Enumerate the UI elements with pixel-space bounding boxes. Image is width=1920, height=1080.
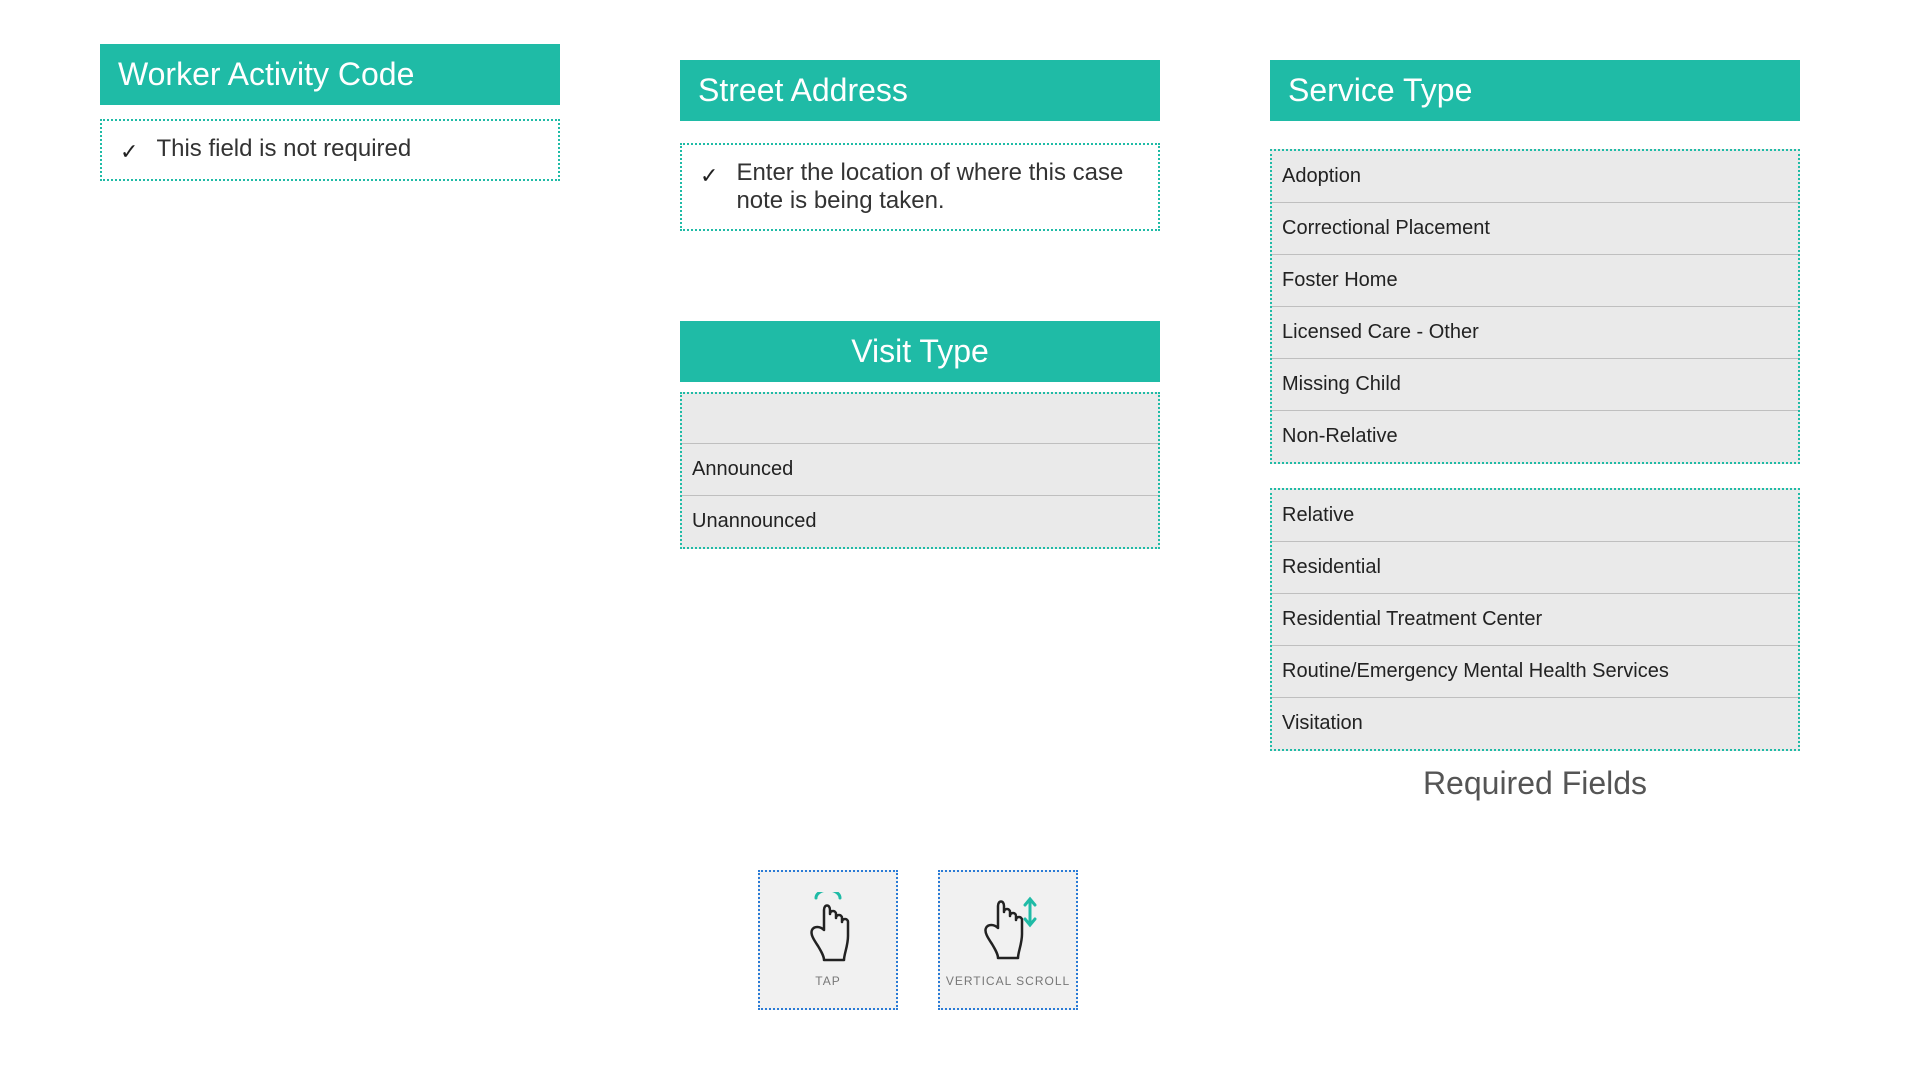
list-item[interactable]: Correctional Placement [1272, 203, 1798, 255]
street-address-note-box: ✓ Enter the location of where this case … [680, 143, 1160, 231]
list-item[interactable]: Licensed Care - Other [1272, 307, 1798, 359]
worker-activity-note-box: ✓ This field is not required [100, 119, 560, 181]
list-item[interactable]: Routine/Emergency Mental Health Services [1272, 646, 1798, 698]
visit-type-header: Visit Type [680, 321, 1160, 382]
list-item[interactable]: Unannounced [682, 496, 1158, 547]
scroll-hand-icon [970, 892, 1046, 968]
tap-gesture-tile: TAP [758, 870, 898, 1010]
list-item[interactable]: Adoption [1272, 151, 1798, 203]
check-icon: ✓ [120, 139, 138, 165]
worker-activity-note: This field is not required [156, 135, 411, 163]
street-address-section: Street Address ✓ Enter the location of w… [680, 60, 1160, 549]
tap-caption: TAP [815, 974, 840, 988]
scroll-caption: VERTICAL SCROLL [946, 974, 1070, 988]
street-address-note: Enter the location of where this case no… [736, 159, 1140, 215]
list-item[interactable]: Non-Relative [1272, 411, 1798, 462]
visit-type-section: Visit Type Announced Unannounced [680, 321, 1160, 549]
scroll-gesture-tile: VERTICAL SCROLL [938, 870, 1078, 1010]
list-item[interactable]: Residential Treatment Center [1272, 594, 1798, 646]
list-item[interactable]: Foster Home [1272, 255, 1798, 307]
required-fields-label: Required Fields [1270, 765, 1800, 802]
street-address-header: Street Address [680, 60, 1160, 121]
service-type-list-2[interactable]: Relative Residential Residential Treatme… [1270, 488, 1800, 751]
list-item[interactable]: Residential [1272, 542, 1798, 594]
list-item[interactable] [682, 394, 1158, 444]
tap-hand-icon [796, 892, 860, 968]
list-item[interactable]: Relative [1272, 490, 1798, 542]
service-type-section: Service Type Adoption Correctional Place… [1270, 60, 1800, 802]
service-type-header: Service Type [1270, 60, 1800, 121]
service-type-list-1[interactable]: Adoption Correctional Placement Foster H… [1270, 149, 1800, 464]
gesture-icons: TAP VERTICAL SCROLL [758, 870, 1078, 1010]
worker-activity-header: Worker Activity Code [100, 44, 560, 105]
list-item[interactable]: Announced [682, 444, 1158, 496]
worker-activity-section: Worker Activity Code ✓ This field is not… [100, 44, 560, 181]
check-icon: ✓ [700, 163, 718, 189]
list-item[interactable]: Visitation [1272, 698, 1798, 749]
list-item[interactable]: Missing Child [1272, 359, 1798, 411]
visit-type-list[interactable]: Announced Unannounced [680, 392, 1160, 549]
